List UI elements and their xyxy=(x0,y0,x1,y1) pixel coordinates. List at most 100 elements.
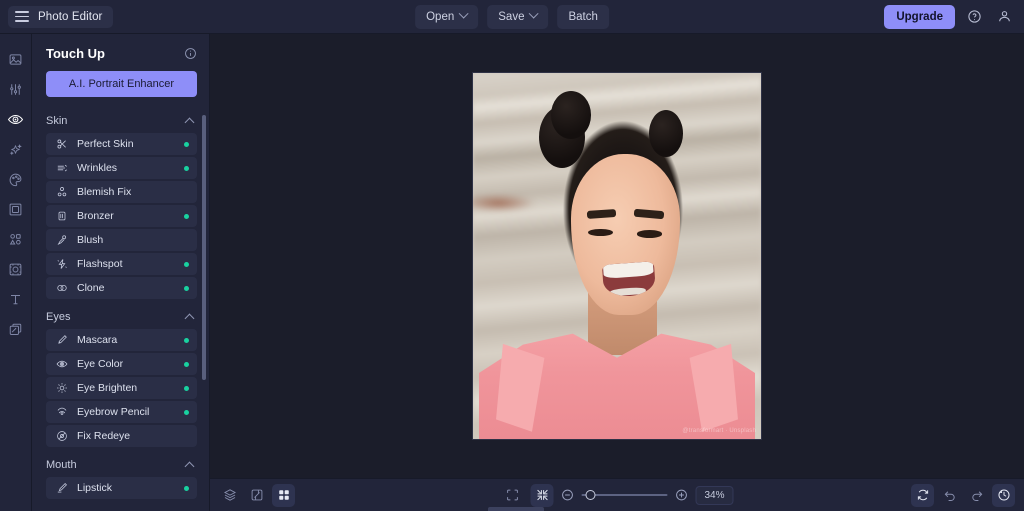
flashspot-icon xyxy=(55,258,68,271)
photo-preview[interactable]: @transformart · Unsplash xyxy=(472,72,762,440)
history-icon xyxy=(997,489,1010,501)
app-title: Photo Editor xyxy=(38,10,103,23)
tool-flashspot[interactable]: Flashspot xyxy=(46,253,197,275)
rail-item-color[interactable] xyxy=(3,166,29,192)
undo-button[interactable] xyxy=(938,484,961,507)
photo-hair-bun-left-top xyxy=(550,91,592,139)
touchup-panel: Touch Up A.I. Portrait Enhancer Skin Per… xyxy=(32,34,210,511)
image-icon xyxy=(9,53,22,65)
image-canvas[interactable]: @transformart · Unsplash xyxy=(210,34,1024,478)
tool-lipstick[interactable]: Lipstick xyxy=(46,477,197,499)
tool-bronzer[interactable]: Bronzer xyxy=(46,205,197,227)
tool-rail xyxy=(0,34,32,511)
redo-button[interactable] xyxy=(965,484,988,507)
filmstrip-handle[interactable] xyxy=(488,507,544,511)
panel-info-button[interactable] xyxy=(184,47,197,60)
photo-hair-bun-right xyxy=(648,109,684,158)
shrink-to-fit-button[interactable] xyxy=(530,483,554,507)
zoom-in-button[interactable] xyxy=(675,488,689,502)
layers-button[interactable] xyxy=(218,484,241,507)
panel-scrollbar[interactable] xyxy=(202,109,206,511)
perfect-skin-icon xyxy=(55,138,68,151)
tool-blemish-fix[interactable]: Blemish Fix xyxy=(46,181,197,203)
pro-dot xyxy=(184,285,189,291)
hamburger-icon[interactable] xyxy=(15,11,29,22)
lipstick-icon xyxy=(55,482,68,495)
fit-screen-icon xyxy=(506,489,518,501)
pro-dot xyxy=(184,238,189,243)
rail-item-text[interactable] xyxy=(3,286,29,312)
tool-label: Eye Brighten xyxy=(77,382,138,394)
tool-wrinkles[interactable]: Wrinkles xyxy=(46,157,197,179)
sparkles-effects-icon xyxy=(9,143,22,155)
compare-button[interactable] xyxy=(245,484,268,507)
zoom-slider[interactable] xyxy=(581,486,668,504)
eye-color-icon xyxy=(55,358,68,371)
tool-mascara[interactable]: Mascara xyxy=(46,329,197,351)
group-header-skin[interactable]: Skin xyxy=(32,109,209,131)
tool-fix-redeye[interactable]: Fix Redeye xyxy=(46,425,197,447)
account-button[interactable] xyxy=(993,6,1015,28)
panel-header: Touch Up xyxy=(32,34,209,69)
tool-blush[interactable]: Blush xyxy=(46,229,197,251)
zoom-level-value[interactable]: 34% xyxy=(695,485,734,505)
tool-clone[interactable]: Clone xyxy=(46,277,197,299)
tool-eye-brighten[interactable]: Eye Brighten xyxy=(46,377,197,399)
rail-item-adjust[interactable] xyxy=(3,76,29,102)
upgrade-button[interactable]: Upgrade xyxy=(884,4,955,29)
fit-screen-button[interactable] xyxy=(501,484,524,507)
app-root: Photo Editor Open Save Batch Upgrade Tou… xyxy=(0,0,1024,511)
open-button[interactable]: Open xyxy=(415,4,479,29)
chevron-down-icon xyxy=(458,8,469,19)
rail-item-overlay[interactable] xyxy=(3,316,29,342)
panel-tool-list: Skin Perfect Skin Wrinkles Blemish Fix B… xyxy=(32,109,209,511)
rail-item-shapes[interactable] xyxy=(3,226,29,252)
rail-item-image[interactable] xyxy=(3,46,29,72)
grid-view-button[interactable] xyxy=(272,483,295,507)
chevron-up-icon xyxy=(184,117,195,128)
tool-label: Flashspot xyxy=(77,258,123,270)
fix-redeye-icon xyxy=(55,430,68,443)
rail-item-touchup[interactable] xyxy=(3,106,29,132)
top-toolbar: Photo Editor Open Save Batch Upgrade xyxy=(0,0,1024,34)
bottom-left-tools xyxy=(218,483,295,507)
canvas-area: @transformart · Unsplash 34% xyxy=(210,34,1024,511)
panel-scrollbar-thumb[interactable] xyxy=(202,115,206,380)
save-button[interactable]: Save xyxy=(487,4,549,29)
rail-item-effects[interactable] xyxy=(3,136,29,162)
rail-item-sticker[interactable] xyxy=(3,256,29,282)
batch-button[interactable]: Batch xyxy=(557,4,609,29)
tool-label: Clone xyxy=(77,282,105,294)
group-header-eyes[interactable]: Eyes xyxy=(32,305,209,327)
pro-dot xyxy=(184,434,189,439)
redo-icon xyxy=(971,491,982,501)
wrinkles-icon xyxy=(55,162,68,175)
layers-icon xyxy=(223,489,236,501)
group-title-mouth: Mouth xyxy=(46,459,77,471)
layers-overlay-icon xyxy=(9,323,22,335)
tool-label: Blush xyxy=(77,234,104,246)
bronzer-icon xyxy=(55,210,68,223)
ai-portrait-enhancer-button[interactable]: A.I. Portrait Enhancer xyxy=(46,71,197,97)
zoom-out-button[interactable] xyxy=(561,488,575,502)
history-button[interactable] xyxy=(992,483,1015,507)
undo-icon xyxy=(944,491,955,501)
tool-eyebrow-pencil[interactable]: Eyebrow Pencil xyxy=(46,401,197,423)
blemish-fix-icon xyxy=(55,186,68,199)
pro-dot xyxy=(184,261,189,267)
tool-label: Eyebrow Pencil xyxy=(77,406,150,418)
zoom-slider-knob[interactable] xyxy=(585,490,596,500)
tool-label: Blemish Fix xyxy=(77,186,132,198)
rail-item-frame[interactable] xyxy=(3,196,29,222)
pro-dot xyxy=(184,213,189,219)
menu-brand-button[interactable]: Photo Editor xyxy=(8,5,113,28)
group-header-mouth[interactable]: Mouth xyxy=(32,453,209,475)
photo-eye-left xyxy=(588,228,613,236)
eyebrow-pencil-icon xyxy=(55,406,68,419)
tool-eye-color[interactable]: Eye Color xyxy=(46,353,197,375)
reset-button[interactable] xyxy=(911,483,934,507)
help-button[interactable] xyxy=(963,6,985,28)
tool-label: Fix Redeye xyxy=(77,430,131,442)
tool-perfect-skin[interactable]: Perfect Skin xyxy=(46,133,197,155)
photo-teeth-upper xyxy=(602,261,654,279)
